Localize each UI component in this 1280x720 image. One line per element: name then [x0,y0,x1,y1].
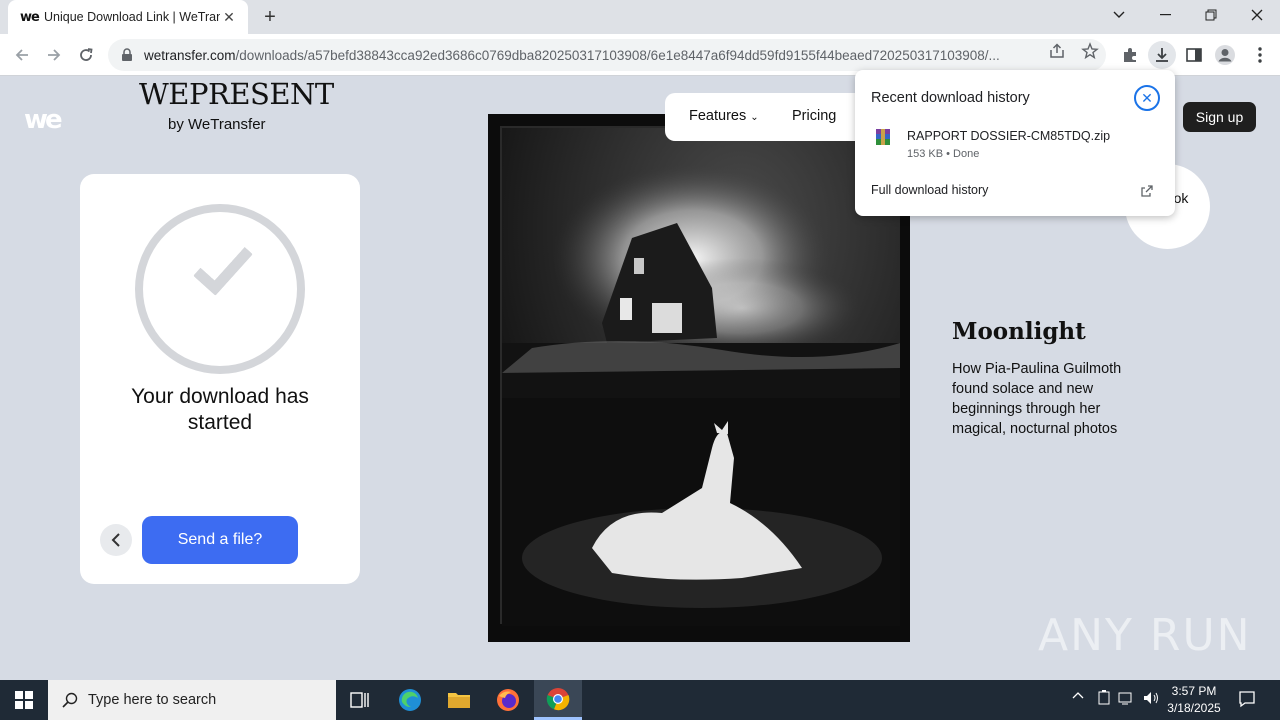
tab-search-chevron-down-icon[interactable] [1096,0,1142,30]
wetransfer-favicon-icon: we [20,9,40,25]
search-placeholder: Type here to search [88,692,217,708]
clock-date: 3/18/2025 [1167,701,1221,715]
main-nav: Features ⌄ Pricing [665,93,885,141]
volume-icon[interactable] [1142,690,1160,706]
features-label: Features [689,108,747,124]
reload-icon[interactable] [73,42,99,68]
url-host: wetransfer.com [144,47,236,63]
download-file-status: 153 KB • Done [907,148,980,160]
forward-arrow-icon[interactable] [41,42,67,68]
window-close-button[interactable] [1234,0,1280,30]
browser-tab[interactable]: we Unique Download Link | WeTran ✕ [8,0,248,34]
send-file-button[interactable]: Send a file? [142,516,298,564]
profile-avatar-icon[interactable] [1214,44,1236,66]
taskbar-search-box[interactable]: Type here to search [48,680,336,720]
new-tab-button[interactable]: + [258,5,282,29]
network-icon[interactable] [1118,690,1136,706]
url-path: /downloads/a57befd38843cca92ed3686c0769d… [235,47,1000,63]
zip-archive-icon [876,129,890,145]
menu-kebab-icon[interactable] [1249,44,1271,66]
download-card: Your download has started Send a file? [80,174,360,584]
task-view-icon[interactable] [336,680,384,720]
external-link-icon[interactable] [1140,184,1154,198]
chrome-icon[interactable] [534,680,582,720]
search-icon [62,692,78,708]
back-arrow-icon[interactable] [9,42,35,68]
clock-time: 3:57 PM [1171,684,1217,698]
moonlight-photo[interactable] [488,114,910,642]
pricing-link[interactable]: Pricing [792,108,836,124]
full-download-history-link[interactable]: Full download history [871,183,988,197]
lock-icon[interactable] [120,48,134,62]
tab-title: Unique Download Link | WeTran [44,10,220,24]
tab-close-icon[interactable]: ✕ [220,8,238,26]
photo-frame [500,126,900,626]
edge-browser-icon[interactable] [386,680,434,720]
download-status-title: Your download has started [131,385,309,434]
wetransfer-logo[interactable]: we [24,105,63,135]
firefox-icon[interactable] [484,680,532,720]
features-menu[interactable]: Features ⌄ [689,108,759,124]
share-icon[interactable] [1048,42,1066,60]
downloads-icon[interactable] [1148,41,1176,69]
file-explorer-icon[interactable] [435,680,483,720]
back-chevron-button[interactable] [100,524,132,556]
chevron-down-icon: ⌄ [750,112,759,123]
windows-start-icon[interactable] [0,680,48,720]
sign-up-button[interactable]: Sign up [1183,102,1256,132]
minimize-button[interactable] [1142,0,1188,30]
burning-house-horse-image [502,128,900,626]
story-description: How Pia-Paulina Guilmoth found solace an… [952,361,1122,437]
anyrun-watermark: ANY RUN [1038,610,1252,661]
story-title[interactable]: Moonlight [952,318,1086,345]
download-bubble: Recent download history ✕ RAPPORT DOSSIE… [855,70,1175,216]
close-icon[interactable]: ✕ [1134,85,1160,111]
bookmark-star-icon[interactable] [1081,42,1099,60]
download-file-name[interactable]: RAPPORT DOSSIER-CM85TDQ.zip [907,129,1110,143]
windows-taskbar: Type here to search 3:57 PM 3/18/2025 [0,680,1280,720]
by-wetransfer-label: by WeTransfer [168,116,266,133]
system-clock[interactable]: 3:57 PM 3/18/2025 [1160,683,1228,717]
checkmark-circle-icon [135,204,305,374]
url-text: wetransfer.com/downloads/a57befd38843cca… [144,48,1034,63]
checkmark-icon [193,234,253,296]
tab-strip: we Unique Download Link | WeTran ✕ + [0,0,1280,34]
address-bar[interactable]: wetransfer.com/downloads/a57befd38843cca… [108,39,1106,71]
notification-icon[interactable] [1238,690,1256,708]
download-history-header: Recent download history [871,90,1030,106]
wepresent-logo[interactable]: WEPRESENT [139,77,334,111]
side-panel-icon[interactable] [1183,44,1205,66]
extensions-puzzle-icon[interactable] [1119,44,1141,66]
tray-chevron-up-icon[interactable] [1072,690,1084,702]
restore-button[interactable] [1188,0,1234,30]
battery-icon[interactable] [1097,690,1111,706]
